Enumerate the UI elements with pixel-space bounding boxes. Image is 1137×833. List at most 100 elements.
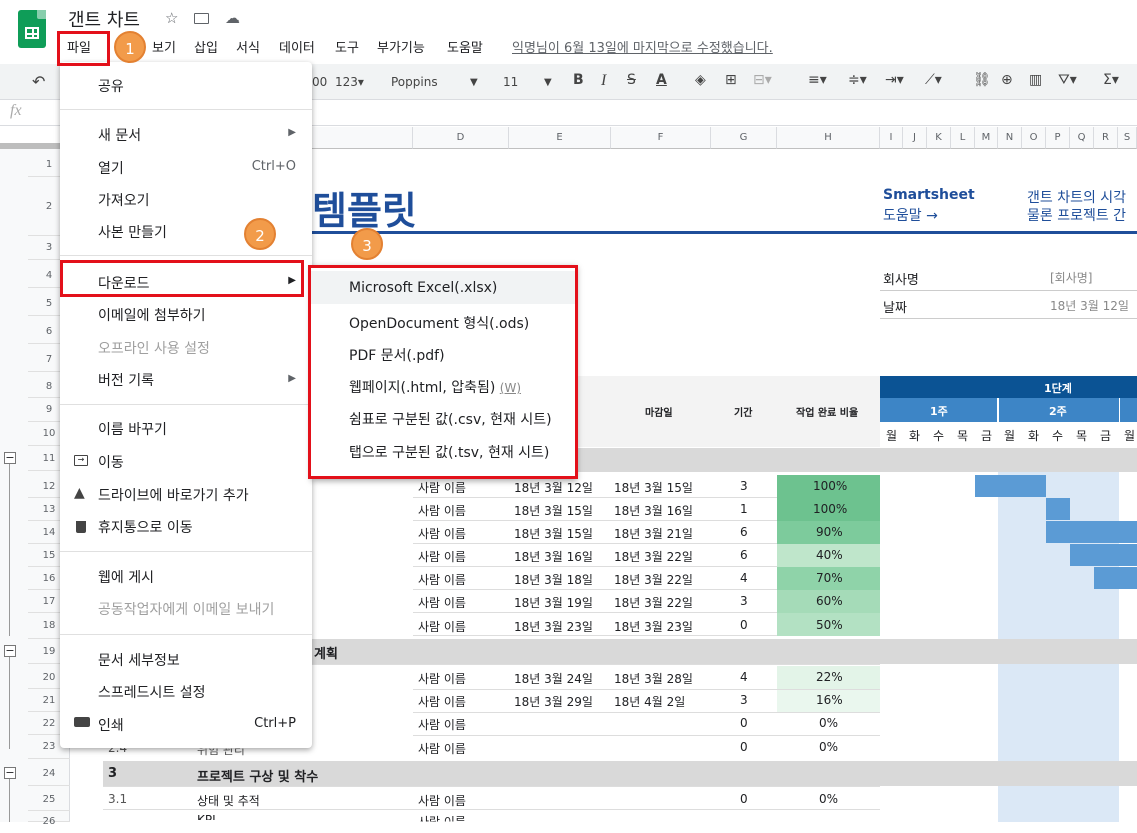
row-number[interactable]: 24	[28, 761, 70, 786]
end-cell[interactable]: 18년 3월 28일	[614, 670, 693, 687]
owner-cell[interactable]: 사람 이름	[418, 571, 466, 588]
start-cell[interactable]: 18년 3월 29일	[514, 693, 593, 710]
menu-email-attach[interactable]: 이메일에 첨부하기	[98, 305, 206, 325]
percent-cell[interactable]: 40%	[816, 548, 843, 562]
end-cell[interactable]: 18년 3월 15일	[614, 479, 693, 496]
percent-cell[interactable]: 0%	[819, 740, 838, 754]
start-cell[interactable]: 18년 3월 24일	[514, 670, 593, 687]
collapse-group-icon[interactable]: −	[4, 767, 16, 779]
menu-drive-shortcut[interactable]: 드라이브에 바로가기 추가	[98, 485, 249, 505]
end-cell[interactable]: 18년 3월 22일	[614, 594, 693, 611]
menu-publish[interactable]: 웹에 게시	[98, 567, 154, 587]
start-cell[interactable]: 18년 3월 15일	[514, 525, 593, 542]
menu-trash[interactable]: 휴지통으로 이동	[98, 517, 193, 537]
undo-icon[interactable]: ↶	[32, 72, 45, 91]
col-header-s[interactable]: S	[1118, 127, 1137, 149]
owner-cell[interactable]: 사람 이름	[418, 525, 466, 542]
col-header-f[interactable]: F	[611, 127, 711, 149]
menu-view[interactable]: 보기	[152, 37, 176, 56]
col-header-q[interactable]: Q	[1070, 127, 1094, 149]
menu-import[interactable]: 가져오기	[98, 190, 150, 210]
owner-cell[interactable]: 사람 이름	[418, 792, 466, 809]
duration-cell[interactable]: 1	[740, 502, 748, 516]
start-cell[interactable]: 18년 3월 16일	[514, 548, 593, 565]
end-cell[interactable]: 18년 3월 22일	[614, 548, 693, 565]
vertical-align-icon[interactable]: ≑▾	[848, 72, 867, 88]
percent-cell[interactable]: 0%	[819, 716, 838, 730]
menu-settings[interactable]: 스프레드시트 설정	[98, 682, 206, 702]
collapse-group-icon[interactable]: −	[4, 645, 16, 657]
menu-share[interactable]: 공유	[98, 76, 124, 96]
menu-details[interactable]: 문서 세부정보	[98, 650, 180, 670]
start-cell[interactable]: 18년 3월 23일	[514, 618, 593, 635]
comment-icon[interactable]: ⊕	[1001, 72, 1013, 88]
duration-cell[interactable]: 3	[740, 693, 748, 707]
col-header-p[interactable]: P	[1046, 127, 1070, 149]
end-cell[interactable]: 18년 4월 2일	[614, 693, 685, 710]
owner-cell[interactable]: 사람 이름	[418, 502, 466, 519]
col-header-n[interactable]: N	[998, 127, 1022, 149]
company-value[interactable]: [회사명]	[1050, 269, 1092, 286]
font-size-select[interactable]: 11	[503, 75, 518, 89]
last-edit-link[interactable]: 익명님이 6월 13일에 마지막으로 수정했습니다.	[512, 37, 773, 56]
owner-cell[interactable]: 사람 이름	[418, 594, 466, 611]
menu-tools[interactable]: 도구	[335, 37, 359, 56]
col-header-m[interactable]: M	[975, 127, 998, 149]
duration-cell[interactable]: 0	[740, 618, 748, 632]
owner-cell[interactable]: 사람 이름	[418, 670, 466, 687]
filter-icon[interactable]: ⛛▾	[1058, 72, 1077, 88]
percent-cell[interactable]: 70%	[816, 571, 843, 585]
row-number[interactable]: 25	[28, 788, 70, 811]
font-family-select[interactable]: Poppins	[391, 75, 438, 89]
owner-cell[interactable]: 사람 이름	[418, 740, 466, 757]
menu-email-collaborators[interactable]: 공동작업자에게 이메일 보내기	[98, 599, 274, 619]
menu-rename[interactable]: 이름 바꾸기	[98, 419, 167, 439]
col-header-l[interactable]: L	[951, 127, 975, 149]
end-cell[interactable]: 18년 3월 23일	[614, 618, 693, 635]
percent-cell[interactable]: 22%	[816, 670, 843, 684]
text-rotate-icon[interactable]: ⟋▾	[925, 72, 942, 88]
star-icon[interactable]: ☆	[165, 9, 178, 27]
duration-cell[interactable]: 0	[740, 716, 748, 730]
duration-cell[interactable]: 3	[740, 479, 748, 493]
chart-icon[interactable]: ▥	[1029, 72, 1042, 88]
link-icon[interactable]: ⛓	[973, 72, 991, 88]
font-dropdown-icon[interactable]: ▼	[470, 77, 478, 88]
doc-title[interactable]: 갠트 차트	[68, 6, 140, 32]
fill-color-icon[interactable]: ◈	[695, 72, 706, 88]
menu-move[interactable]: 이동	[98, 452, 124, 472]
menu-format[interactable]: 서식	[236, 37, 260, 56]
bold-icon[interactable]: B	[573, 72, 584, 88]
col-header-k[interactable]: K	[927, 127, 951, 149]
menu-version-history[interactable]: 버전 기록	[98, 370, 154, 390]
start-cell[interactable]: 18년 3월 18일	[514, 571, 593, 588]
merge-cells-icon[interactable]: ⊟▾	[753, 72, 772, 88]
help-link[interactable]: 도움말 →	[883, 205, 938, 225]
menu-print[interactable]: 인쇄	[98, 715, 124, 735]
menu-help[interactable]: 도움말	[447, 37, 483, 56]
col-header-h[interactable]: H	[777, 127, 880, 149]
owner-cell[interactable]: 사람 이름	[418, 693, 466, 710]
duration-cell[interactable]: 6	[740, 548, 748, 562]
duration-cell[interactable]: 4	[740, 571, 748, 585]
start-cell[interactable]: 18년 3월 19일	[514, 594, 593, 611]
align-left-icon[interactable]: ≡▾	[808, 72, 827, 88]
collapse-group-icon[interactable]: −	[4, 452, 16, 464]
percent-cell[interactable]: 90%	[816, 525, 843, 539]
owner-cell[interactable]: 사람 이름	[418, 548, 466, 565]
start-cell[interactable]: 18년 3월 12일	[514, 479, 593, 496]
start-cell[interactable]: 18년 3월 15일	[514, 502, 593, 519]
col-header-g[interactable]: G	[711, 127, 777, 149]
sheets-logo-icon[interactable]	[18, 10, 46, 48]
menu-data[interactable]: 데이터	[279, 37, 315, 56]
menu-make-copy[interactable]: 사본 만들기	[98, 222, 167, 242]
percent-cell[interactable]: 16%	[816, 693, 843, 707]
text-color-icon[interactable]: A	[656, 72, 667, 88]
menu-addons[interactable]: 부가기능	[377, 37, 425, 56]
percent-cell[interactable]: 50%	[816, 618, 843, 632]
end-cell[interactable]: 18년 3월 21일	[614, 525, 693, 542]
duration-cell[interactable]: 0	[740, 740, 748, 754]
cloud-status-icon[interactable]: ☁	[225, 9, 240, 27]
number-format-button[interactable]: 123▾	[335, 75, 364, 89]
task-name[interactable]: 상태 및 추적	[197, 792, 260, 809]
